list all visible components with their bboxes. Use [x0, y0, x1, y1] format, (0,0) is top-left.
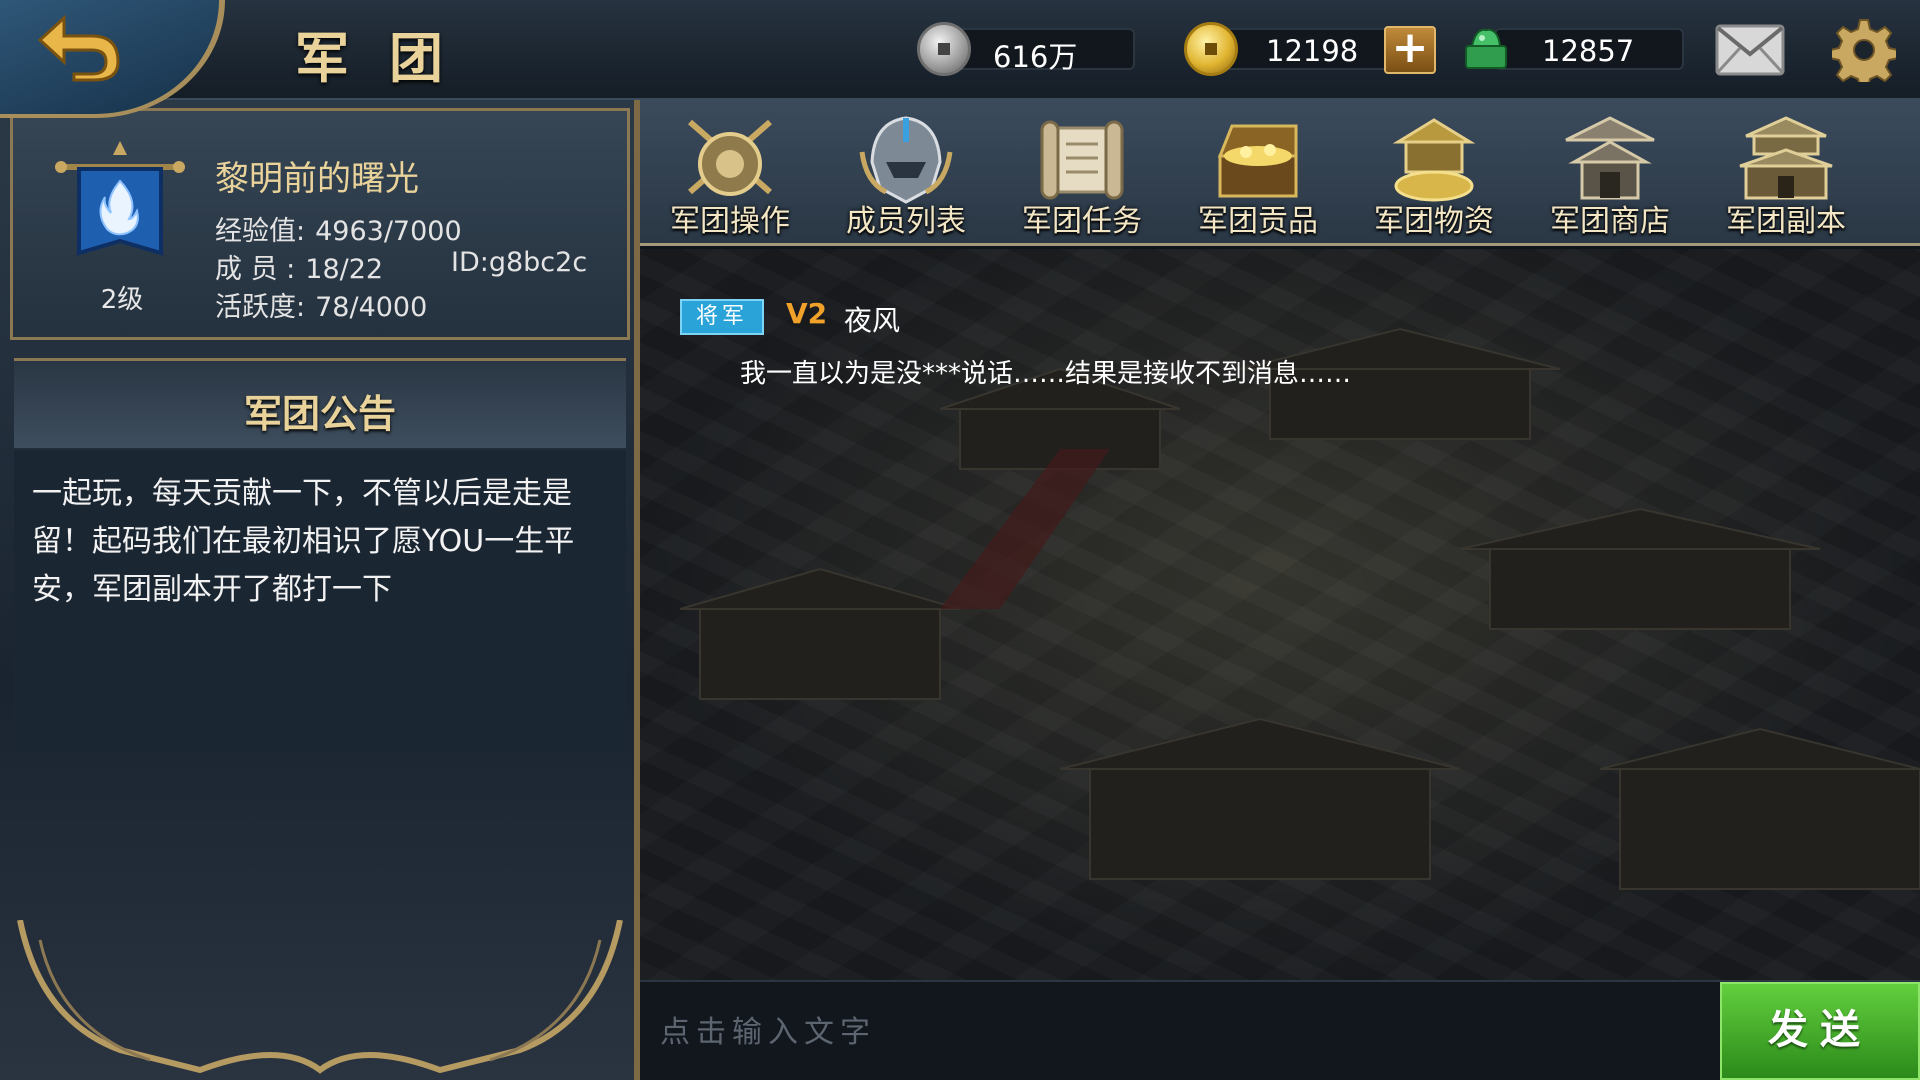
guild-name: 黎明前的曙光 — [215, 159, 419, 199]
guild-activity: 活跃度: 78/4000 — [215, 285, 427, 324]
helmet-icon — [859, 116, 953, 204]
tab-guild-tribute[interactable]: 军团贡品 — [1178, 112, 1338, 240]
chat-input-bar: 发送 — [640, 980, 1920, 1080]
tab-label: 军团操作 — [670, 204, 790, 239]
palace-icon — [1739, 116, 1833, 200]
notice-title: 军团公告 — [243, 392, 396, 436]
guild-id: ID:g8bc2c — [451, 247, 588, 278]
guild-side-panel: 2级 黎明前的曙光 经验值: 4963/7000 成 员 : 18/22 ID:g8… — [0, 100, 640, 1080]
guild-info-card: 2级 黎明前的曙光 经验值: 4963/7000 成 员 : 18/22 ID:g8… — [10, 108, 630, 340]
rank-badge: 将军 — [680, 299, 764, 335]
tab-guild-supplies[interactable]: 军团物资 — [1354, 112, 1514, 240]
members-label: 成 员 : — [215, 254, 296, 285]
warehouse-icon — [1392, 118, 1476, 202]
tab-label: 军团商店 — [1550, 204, 1670, 239]
shop-pavilion-icon — [1565, 116, 1655, 200]
chat-input[interactable] — [660, 1000, 1720, 1064]
tab-guild-tasks[interactable]: 军团任务 — [1002, 112, 1162, 240]
top-bar: 军团 616万 12198 + 12857 — [0, 0, 1920, 118]
guild-level: 2级 — [100, 285, 144, 315]
back-arrow-icon — [37, 14, 120, 82]
vip-badge: V2 — [786, 297, 828, 330]
gold-counter: 12198 — [1184, 22, 1392, 76]
gold-coin-icon — [1184, 22, 1238, 76]
exp-label: 经验值: — [215, 216, 306, 247]
message-sender[interactable]: 夜风 — [844, 299, 900, 339]
jade-counter: 12857 — [1465, 28, 1684, 70]
shield-swords-icon — [688, 119, 772, 196]
tab-label: 军团物资 — [1374, 204, 1494, 239]
exp-value: 4963/7000 — [315, 216, 462, 247]
jade-value: 12857 — [1542, 34, 1635, 68]
tab-guild-operations[interactable]: 军团操作 — [650, 112, 810, 240]
guild-tab-bar: 军团操作 成员列表 军团任务 军团贡品 军团物资 军团商店 军团副本 — [640, 100, 1920, 246]
tab-label: 军团任务 — [1022, 204, 1142, 239]
mail-icon[interactable] — [1714, 22, 1786, 78]
tab-label: 成员列表 — [846, 204, 966, 239]
silver-counter: 616万 — [917, 22, 1135, 76]
tab-label: 军团副本 — [1726, 204, 1846, 239]
scroll-icon — [1040, 120, 1124, 200]
guild-members: 成 员 : 18/22 — [215, 247, 383, 286]
activity-value: 78/4000 — [315, 292, 428, 323]
silver-coin-icon — [917, 22, 971, 76]
jade-seal-icon — [1465, 28, 1507, 69]
silver-value: 616万 — [993, 40, 1078, 74]
guild-exp: 经验值: 4963/7000 — [215, 209, 462, 248]
members-value: 18/22 — [305, 254, 384, 285]
tab-guild-shop[interactable]: 军团商店 — [1530, 112, 1690, 240]
add-gold-button[interactable]: + — [1384, 26, 1436, 74]
tab-member-list[interactable]: 成员列表 — [826, 112, 986, 240]
guild-banner-icon — [55, 141, 185, 256]
panel-ornament — [17, 920, 623, 1074]
notice-text: 一起玩，每天贡献一下，不管以后是走是留！起码我们在最初相识了愿YOU一生平安，军… — [14, 450, 626, 750]
guild-chat-area[interactable]: 将军 V2 夜风 我一直以为是没***说话……结果是接收不到消息…… — [640, 249, 1920, 980]
message-text: 我一直以为是没***说话……结果是接收不到消息…… — [740, 359, 1352, 389]
notice-header: 军团公告 — [14, 358, 626, 448]
treasure-chest-icon — [1217, 124, 1298, 198]
gear-icon[interactable] — [1832, 18, 1896, 82]
page-title: 军团 — [295, 26, 483, 90]
send-button[interactable]: 发送 — [1720, 982, 1920, 1080]
tab-guild-dungeon[interactable]: 军团副本 — [1706, 112, 1866, 240]
tab-label: 军团贡品 — [1198, 204, 1318, 239]
activity-label: 活跃度: — [215, 292, 306, 323]
gold-value: 12198 — [1266, 34, 1359, 68]
